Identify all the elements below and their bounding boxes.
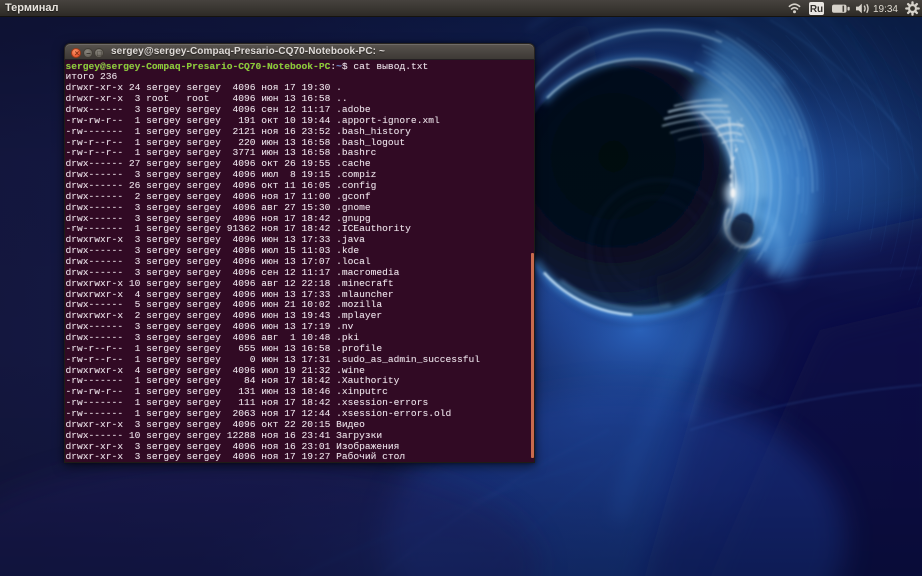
svg-text:Ru: Ru bbox=[810, 4, 823, 15]
